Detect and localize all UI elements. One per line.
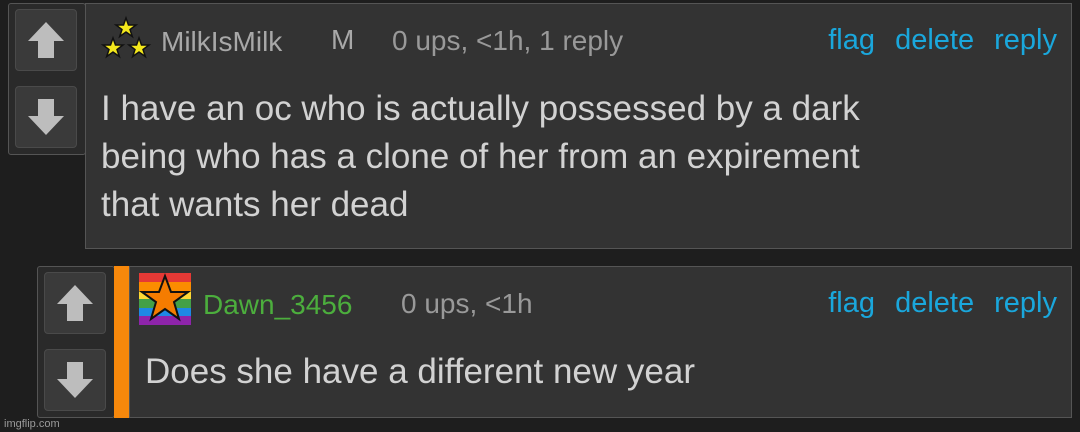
flag-link[interactable]: flag (828, 287, 875, 319)
comment-body-line: that wants her dead (101, 185, 409, 224)
arrow-down-icon (57, 362, 93, 398)
comment-body-line: being who has a clone of her from an exp… (101, 137, 860, 176)
comment-body-line: I have an oc who is actually possessed b… (101, 89, 860, 128)
comment-meta: 0 ups, <1h, 1 reply (392, 25, 624, 56)
reply-link[interactable]: reply (994, 24, 1057, 56)
upvote-button[interactable] (15, 9, 77, 71)
flag-link[interactable]: flag (828, 24, 875, 56)
three-stars-icon (100, 15, 152, 59)
watermark: imgflip.com (4, 418, 60, 430)
comment-header: MilkIsMilk M 0 ups, <1h, 1 reply flag de… (86, 4, 1071, 60)
comment-thread: MilkIsMilk M 0 ups, <1h, 1 reply flag de… (0, 0, 1080, 432)
username[interactable]: Dawn_3456 (203, 289, 352, 321)
delete-link[interactable]: delete (895, 287, 974, 319)
comment-meta: 0 ups, <1h (401, 288, 533, 319)
comment-body: Does she have a different new year (145, 352, 695, 391)
rainbow-star-icon (139, 273, 191, 325)
comment-actions: flag delete reply (816, 287, 1057, 320)
username[interactable]: MilkIsMilk (161, 26, 282, 58)
new-reply-highlight-bar (114, 266, 130, 418)
arrow-up-icon (57, 285, 93, 321)
upvote-button[interactable] (44, 272, 106, 334)
arrow-up-icon (28, 22, 64, 58)
mod-badge: M (331, 24, 355, 55)
delete-link[interactable]: delete (895, 24, 974, 56)
comment-header: Dawn_3456 0 ups, <1h flag delete reply (130, 267, 1071, 325)
reply-link[interactable]: reply (994, 287, 1057, 319)
downvote-button[interactable] (44, 349, 106, 411)
vote-column (37, 266, 115, 418)
comment-body: I have an oc who is actually possessed b… (101, 85, 860, 229)
downvote-button[interactable] (15, 86, 77, 148)
comment-actions: flag delete reply (816, 24, 1057, 57)
comment: MilkIsMilk M 0 ups, <1h, 1 reply flag de… (85, 3, 1072, 249)
comment-reply: Dawn_3456 0 ups, <1h flag delete reply D… (129, 266, 1072, 418)
vote-column (8, 3, 86, 155)
arrow-down-icon (28, 99, 64, 135)
